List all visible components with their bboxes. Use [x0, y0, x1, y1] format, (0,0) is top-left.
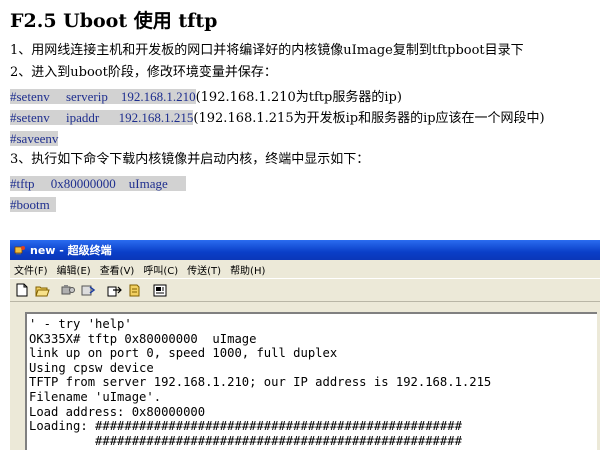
terminal-line: ########################################… — [29, 433, 462, 448]
terminal-line: Loading: ###############################… — [29, 419, 462, 434]
new-icon[interactable] — [14, 282, 30, 298]
properties-icon[interactable] — [80, 282, 96, 298]
receive-icon[interactable] — [126, 282, 142, 298]
hyperterminal-window: new - 超级终端 文件(F) 编辑(E) 查看(V) 呼叫(C) 传送(T)… — [10, 240, 600, 450]
toolbar — [10, 278, 600, 302]
menu-call[interactable]: 呼叫(C) — [143, 262, 178, 277]
ipaddr-note: (192.168.1.215为开发板ip和服务器的ip应该在一个网段中) — [193, 111, 545, 126]
menu-edit[interactable]: 编辑(E) — [57, 262, 91, 277]
command-line-ipaddr: #setenv ipaddr 192.168.1.215(192.168.1.2… — [10, 109, 545, 128]
command-line-tftp: #tftp 0x80000000 uImage — [10, 175, 186, 194]
command-line-bootm: #bootm — [10, 196, 56, 215]
serverip-note: (192.168.1.210为tftp服务器的ip) — [195, 90, 402, 105]
command-setenv-ipaddr: #setenv ipaddr 192.168.1.215 — [10, 110, 194, 125]
step-3-text: 3、执行如下命令下载内核镜像并启动内核，终端中显示如下： — [10, 152, 370, 167]
step-1-text: 1、用网线连接主机和开发板的网口并将编译好的内核镜像uImage复制到tftpb… — [10, 43, 524, 58]
terminal-line: Using cpsw device — [29, 360, 154, 375]
page-title: F2.5 Uboot 使用 tftp — [10, 10, 218, 32]
terminal-line: Load address: 0x80000000 — [29, 404, 206, 419]
menu-view[interactable]: 查看(V) — [100, 262, 135, 277]
terminal-screen[interactable]: ' - try 'help' OK335X# tftp 0x80000000 u… — [25, 312, 597, 450]
command-tftp: #tftp 0x80000000 uImage — [10, 176, 186, 191]
disconnect-icon[interactable] — [60, 282, 76, 298]
open-icon[interactable] — [34, 282, 50, 298]
terminal-line: ' - try 'help' — [29, 317, 132, 331]
command-saveenv: #saveenv — [10, 131, 59, 146]
terminal-line: TFTP from server 192.168.1.210; our IP a… — [29, 375, 492, 390]
terminal-frame: ' - try 'help' OK335X# tftp 0x80000000 u… — [12, 304, 597, 450]
command-line-saveenv: #saveenv — [10, 130, 59, 149]
settings-icon[interactable] — [152, 282, 168, 298]
step-2-text: 2、进入到uboot阶段，修改环境变量并保存： — [10, 65, 277, 80]
window-titlebar[interactable]: new - 超级终端 — [10, 240, 600, 260]
terminal-line: Filename 'uImage'. — [29, 389, 162, 404]
command-line-serverip: #setenv serverip 192.168.1.210(192.168.1… — [10, 88, 402, 107]
menu-file[interactable]: 文件(F) — [14, 262, 48, 277]
menu-bar: 文件(F) 编辑(E) 查看(V) 呼叫(C) 传送(T) 帮助(H) — [10, 260, 600, 278]
command-setenv-serverip: #setenv serverip 192.168.1.210 — [10, 89, 196, 104]
send-icon[interactable] — [106, 282, 122, 298]
menu-help[interactable]: 帮助(H) — [230, 262, 265, 277]
hyperterminal-app-icon — [14, 244, 26, 256]
menu-transfer[interactable]: 传送(T) — [187, 262, 221, 277]
window-title: new - 超级终端 — [30, 244, 112, 257]
terminal-line: OK335X# tftp 0x80000000 uImage — [29, 331, 257, 346]
command-bootm: #bootm — [10, 197, 56, 212]
terminal-line: link up on port 0, speed 1000, full dupl… — [29, 346, 338, 361]
